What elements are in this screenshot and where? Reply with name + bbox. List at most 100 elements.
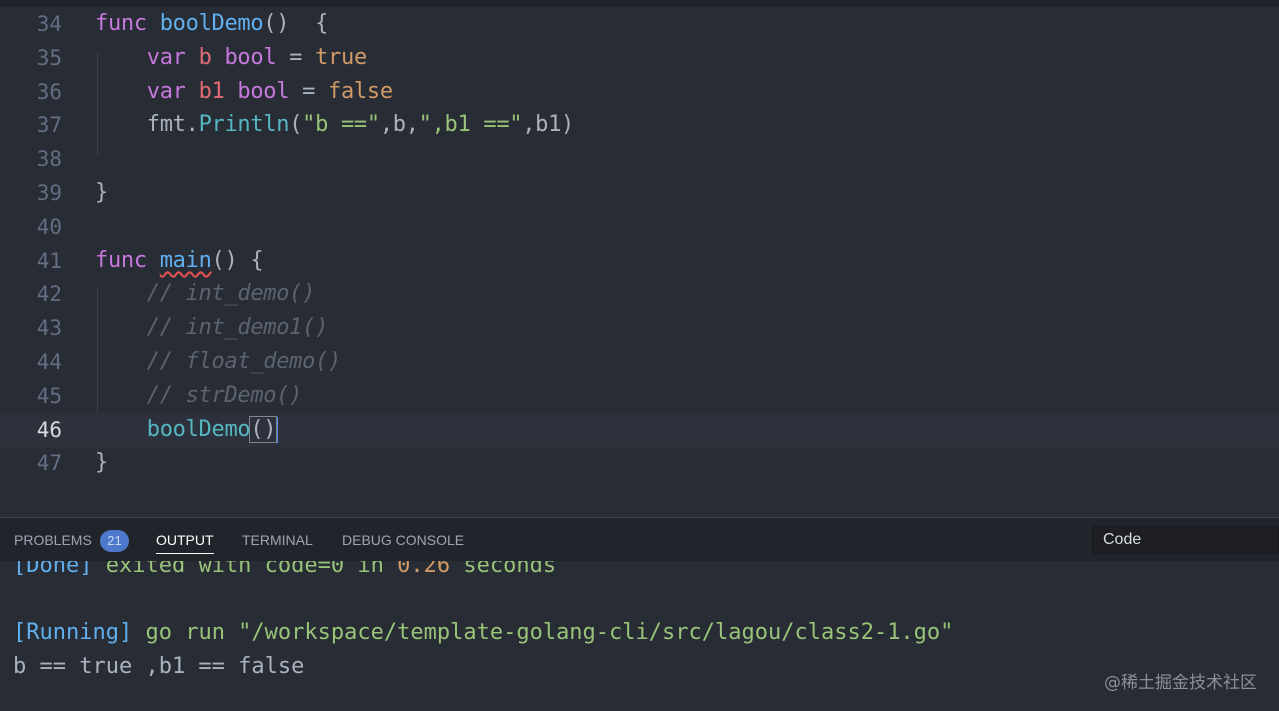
line-number: 44 xyxy=(36,350,62,374)
running-tag: [Running] xyxy=(13,620,133,645)
code-token: boolDemo xyxy=(146,416,251,442)
code-text[interactable]: var b bool = true xyxy=(95,45,367,71)
output-line-done: [Done] exited with code=0 in 0.26 second… xyxy=(13,561,556,583)
code-line[interactable]: 36 var b1 bool = false xyxy=(0,75,1279,109)
problems-count-badge: 21 xyxy=(100,530,129,552)
output-line-result: b == true ,b1 == false xyxy=(13,654,305,679)
code-token: "b ==" xyxy=(302,112,380,138)
code-text[interactable]: func boolDemo() { xyxy=(95,11,328,37)
code-token: func xyxy=(95,247,147,273)
line-number: 39 xyxy=(36,181,62,205)
code-text[interactable]: func main() { xyxy=(95,247,264,274)
tab-debug-console[interactable]: DEBUG CONSOLE xyxy=(342,531,464,551)
code-token: var xyxy=(146,78,186,104)
line-number: 41 xyxy=(36,248,62,273)
code-token: // int_demo1() xyxy=(95,315,329,341)
code-line[interactable]: 38 xyxy=(0,142,1279,176)
code-token: var xyxy=(146,44,186,70)
line-number: 42 xyxy=(36,282,62,307)
tab-terminal[interactable]: TERMINAL xyxy=(242,531,313,551)
code-text[interactable]: fmt.Println("b ==",b,",b1 ==",b1) xyxy=(95,112,575,138)
code-text[interactable]: // int_demo1() xyxy=(95,315,329,341)
line-number: 47 xyxy=(36,451,62,476)
code-token: b xyxy=(198,44,212,70)
code-text[interactable]: } xyxy=(95,450,108,476)
code-editor[interactable]: 34 func boolDemo() {35 var b bool = true 3… xyxy=(0,7,1279,517)
tab-problems[interactable]: PROBLEMS xyxy=(14,531,92,551)
code-line[interactable]: 41 func main() { xyxy=(0,244,1279,278)
code-token: false xyxy=(328,78,393,104)
code-text[interactable]: } xyxy=(95,180,108,206)
code-line[interactable]: 43 // int_demo1() xyxy=(0,311,1279,345)
code-token: bool xyxy=(224,44,277,70)
code-line[interactable]: 44 // float_demo() xyxy=(0,345,1279,379)
line-number: 34 xyxy=(36,12,62,36)
code-token: // int_demo() xyxy=(95,281,316,307)
line-number: 43 xyxy=(36,316,62,341)
code-token: () { xyxy=(211,247,264,273)
code-text[interactable]: var b1 bool = false xyxy=(95,79,393,105)
code-token: true xyxy=(315,44,367,70)
panel-tab-bar: PROBLEMS 21 OUTPUT TERMINAL DEBUG CONSOL… xyxy=(0,517,1279,561)
code-line[interactable]: 39} xyxy=(0,176,1279,210)
text-cursor xyxy=(276,416,279,443)
code-token: ,b, xyxy=(379,112,419,138)
code-text[interactable]: // float_demo() xyxy=(95,349,342,375)
code-token: bool xyxy=(237,78,290,104)
code-line[interactable]: 37 fmt.Println("b ==",b,",b1 ==",b1) xyxy=(0,108,1279,142)
code-line[interactable]: 47} xyxy=(0,446,1279,480)
code-token: ",b1 ==" xyxy=(418,112,523,138)
code-token: main xyxy=(159,247,212,273)
code-line[interactable]: 34 func boolDemo() { xyxy=(0,7,1279,41)
tab-output[interactable]: OUTPUT xyxy=(156,531,214,554)
line-number: 35 xyxy=(36,45,62,70)
line-number: 37 xyxy=(36,113,62,138)
output-panel[interactable]: [Done] exited with code=0 in 0.26 second… xyxy=(0,561,1279,711)
code-token: = xyxy=(289,78,329,104)
code-token: = xyxy=(276,44,316,70)
watermark: @稀土掘金技术社区 xyxy=(1104,673,1257,693)
code-token: () { xyxy=(263,11,329,36)
code-line[interactable]: 35 var b bool = true xyxy=(0,41,1279,75)
code-line[interactable]: 45 // strDemo() xyxy=(0,379,1279,413)
code-token: ,b1) xyxy=(522,112,574,138)
line-number: 38 xyxy=(36,147,62,172)
done-text-3: seconds xyxy=(450,561,557,578)
code-text[interactable]: boolDemo() xyxy=(95,415,279,443)
code-text[interactable]: // int_demo() xyxy=(95,281,316,307)
line-number: 40 xyxy=(36,214,62,239)
window-top-strip xyxy=(0,0,1279,7)
done-time: 0.26 xyxy=(397,561,451,578)
code-token: // float_demo() xyxy=(95,349,342,374)
code-token: Println xyxy=(198,112,290,138)
line-number: 36 xyxy=(36,79,62,104)
code-token: } xyxy=(95,450,108,476)
code-token: () xyxy=(249,415,278,443)
done-text-2: in xyxy=(344,561,398,578)
code-line[interactable]: 40 xyxy=(0,210,1279,244)
done-code: code=0 xyxy=(264,561,345,578)
code-line[interactable]: 46 boolDemo() xyxy=(0,412,1279,447)
code-token: func xyxy=(95,11,147,36)
code-line[interactable]: 42 // int_demo() xyxy=(0,277,1279,311)
line-number: 46 xyxy=(36,417,62,442)
code-token: ( xyxy=(289,112,303,138)
running-command: go run "/workspace/template-golang-cli/s… xyxy=(132,620,954,645)
code-token: } xyxy=(95,180,108,205)
line-number: 45 xyxy=(36,383,62,408)
code-text[interactable]: // strDemo() xyxy=(95,383,303,409)
code-token: fmt. xyxy=(95,112,199,138)
code-token: boolDemo xyxy=(159,11,264,36)
output-channel-select[interactable]: Code xyxy=(1092,526,1279,554)
done-text-1: exited with xyxy=(92,561,265,578)
done-tag: [Done] xyxy=(13,561,93,578)
